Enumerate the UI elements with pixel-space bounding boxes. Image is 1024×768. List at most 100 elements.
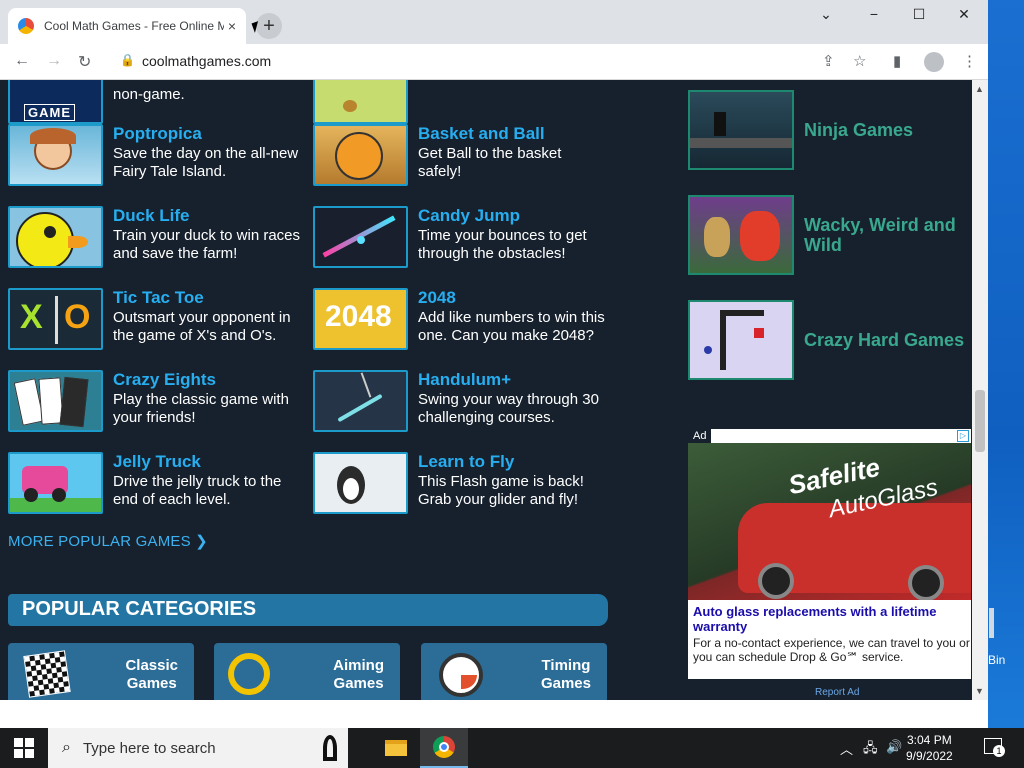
windows-start-icon[interactable] [14, 738, 34, 758]
game-item-poptropica[interactable]: Poptropica Save the day on the all-new F… [8, 124, 303, 186]
coolmath-favicon-icon [18, 18, 34, 34]
game-thumbnail[interactable] [8, 206, 103, 268]
game-item-partial-right[interactable] [313, 80, 408, 124]
report-ad-link[interactable]: Report Ad [815, 687, 859, 698]
game-item-learn-to-fly[interactable]: Learn to Fly This Flash game is back! Gr… [313, 452, 608, 514]
tab-search-button[interactable]: ⌄ [804, 6, 848, 23]
ninja-thumbnail[interactable] [688, 90, 794, 170]
wacky-thumbnail[interactable] [688, 195, 794, 275]
game-title[interactable]: 2048 [418, 288, 608, 308]
ad-image[interactable]: Safelite AutoGlass [688, 443, 971, 600]
back-arrow-icon[interactable]: ← [14, 52, 30, 70]
sidebar-item-ninja-games[interactable]: Ninja Games [688, 90, 972, 170]
volume-icon[interactable]: 🔊 [886, 739, 902, 755]
ad-headline[interactable]: Auto glass replacements with a lifetime … [693, 604, 968, 634]
taskbar: ⌕ Type here to search ︿ 🖧 🔊 3:04 PM 9/9/… [0, 728, 1024, 768]
game-item-2048[interactable]: 2048 2048 Add like numbers to win this o… [313, 288, 608, 350]
adchoices-icon[interactable]: ▷ [957, 430, 969, 442]
page-content: GAME non-game. Poptropica Save the day o… [0, 80, 972, 700]
game-desc: Swing your way through 30 challenging co… [418, 391, 599, 426]
advertisement[interactable]: Safelite AutoGlass Ad ▷ Auto glass repla… [688, 429, 971, 679]
game-thumbnail[interactable] [8, 124, 103, 186]
more-popular-games-link[interactable]: MORE POPULAR GAMES ❯ [8, 532, 208, 550]
close-window-button[interactable]: ✕ [942, 6, 986, 23]
scroll-up-arrow-icon[interactable]: ▲ [975, 84, 984, 94]
game-thumbnail[interactable]: GAME [8, 80, 103, 124]
game-desc: Time your bounces to get through the obs… [418, 227, 587, 262]
game-thumbnail[interactable] [313, 80, 408, 124]
game-item-partial[interactable]: GAME non-game. [8, 80, 303, 124]
game-desc: Get Ball to the basket safely! [418, 145, 562, 180]
game-desc: Outsmart your opponent in the game of X'… [113, 309, 291, 344]
category-timing-games[interactable]: Timing Games [421, 643, 607, 700]
game-title[interactable]: Tic Tac Toe [113, 288, 303, 308]
recycle-bin-icon[interactable] [989, 608, 994, 638]
thumb-o: O [64, 298, 91, 336]
sidebar-item-wacky-weird-wild[interactable]: Wacky, Weird and Wild [688, 195, 972, 275]
category-label: Games [540, 675, 591, 692]
game-desc: Save the day on the all-new Fairy Tale I… [113, 145, 299, 180]
game-thumbnail[interactable] [8, 370, 103, 432]
show-hidden-icons-chevron-icon[interactable]: ︿ [840, 739, 853, 758]
chrome-taskbar-icon[interactable] [420, 728, 468, 768]
ribbon-icon[interactable] [306, 728, 354, 768]
category-aiming-games[interactable]: Aiming Games [214, 643, 400, 700]
clock-time: 3:04 PM [907, 733, 952, 747]
game-thumbnail[interactable] [313, 452, 408, 514]
tab-close-icon[interactable]: × [228, 18, 236, 34]
category-classic-games[interactable]: Classic Games [8, 643, 194, 700]
chessboard-icon [23, 650, 71, 698]
sidebar-item-label[interactable]: Ninja Games [804, 120, 972, 140]
address-bar[interactable]: coolmathgames.com [142, 53, 271, 69]
game-thumbnail[interactable] [313, 124, 408, 186]
game-item-duck-life[interactable]: Duck Life Train your duck to win races a… [8, 206, 303, 268]
clock[interactable]: 3:04 PM 9/9/2022 [906, 732, 953, 764]
game-thumbnail[interactable] [313, 206, 408, 268]
game-thumbnail[interactable] [313, 370, 408, 432]
game-item-candy-jump[interactable]: Candy Jump Time your bounces to get thro… [313, 206, 608, 268]
game-title[interactable]: Jelly Truck [113, 452, 303, 472]
game-item-jelly-truck[interactable]: Jelly Truck Drive the jelly truck to the… [8, 452, 303, 514]
sidebar-item-label[interactable]: Crazy Hard Games [804, 330, 972, 350]
game-thumbnail[interactable]: 2048 [313, 288, 408, 350]
game-title[interactable]: Learn to Fly [418, 452, 608, 472]
sidebar-item-label[interactable]: Wacky, Weird and Wild [804, 215, 972, 255]
side-panel-icon[interactable]: ▮ [893, 52, 901, 70]
tab-title: Cool Math Games - Free Online M [44, 19, 224, 33]
game-title[interactable]: Duck Life [113, 206, 303, 226]
category-label: Classic [125, 657, 178, 674]
browser-toolbar: ← → ↻ 🔒 coolmathgames.com ⇪ ☆ ▮ ⋮ [0, 44, 988, 80]
sidebar-item-crazy-hard-games[interactable]: Crazy Hard Games [688, 300, 972, 380]
share-icon[interactable]: ⇪ [822, 52, 835, 70]
game-thumbnail[interactable]: X O [8, 288, 103, 350]
game-item-crazy-eights[interactable]: Crazy Eights Play the classic game with … [8, 370, 303, 432]
recycle-bin-label[interactable]: Bin [988, 653, 1005, 667]
file-explorer-icon[interactable] [372, 728, 420, 768]
taskbar-search-box[interactable]: ⌕ Type here to search [48, 728, 348, 768]
game-item-handulum[interactable]: Handulum+ Swing your way through 30 chal… [313, 370, 608, 432]
game-title[interactable]: Candy Jump [418, 206, 608, 226]
game-title[interactable]: Crazy Eights [113, 370, 303, 390]
game-thumbnail[interactable] [8, 452, 103, 514]
game-title[interactable]: Poptropica [113, 124, 303, 144]
game-item-basket-and-ball[interactable]: Basket and Ball Get Ball to the basket s… [313, 124, 608, 186]
scroll-down-arrow-icon[interactable]: ▼ [975, 686, 984, 696]
chrome-menu-icon[interactable]: ⋮ [962, 52, 977, 70]
game-item-tic-tac-toe[interactable]: X O Tic Tac Toe Outsmart your opponent i… [8, 288, 303, 350]
forward-arrow-icon[interactable]: → [46, 52, 62, 70]
vertical-scrollbar[interactable]: ▲ ▼ [972, 80, 988, 700]
scrollbar-thumb[interactable] [975, 390, 985, 452]
minimize-button[interactable]: − [852, 6, 896, 22]
tab-coolmathgames[interactable]: Cool Math Games - Free Online M × [8, 8, 246, 44]
game-title[interactable]: Basket and Ball [418, 124, 608, 144]
profile-avatar-icon[interactable] [924, 52, 944, 72]
maximize-button[interactable]: ☐ [897, 6, 941, 23]
network-icon[interactable]: 🖧 [863, 739, 878, 761]
lock-icon[interactable]: 🔒 [120, 53, 135, 67]
reload-icon[interactable]: ↻ [78, 52, 91, 72]
notification-center-icon[interactable]: 1 [984, 738, 1005, 757]
category-label: Aiming [333, 657, 384, 674]
game-title[interactable]: Handulum+ [418, 370, 608, 390]
crazy-hard-thumbnail[interactable] [688, 300, 794, 380]
bookmark-star-icon[interactable]: ☆ [853, 52, 866, 70]
